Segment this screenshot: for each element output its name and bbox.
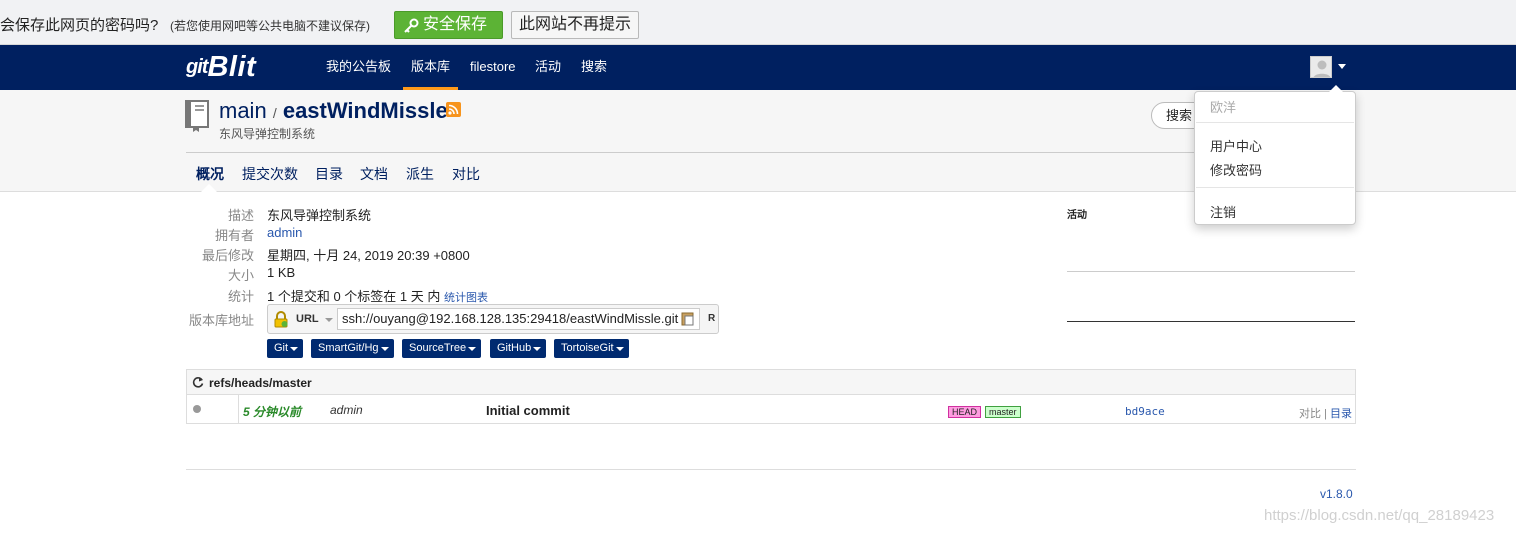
row-divider	[238, 395, 239, 424]
repo-title-separator: /	[272, 105, 277, 121]
tab-compare[interactable]: 对比	[452, 164, 480, 184]
label-last-modified: 最后修改	[201, 248, 254, 263]
nav-filestore[interactable]: filestore	[470, 45, 516, 90]
client-github-button[interactable]: GitHub	[490, 339, 547, 358]
repo-title: main / eastWindMissle	[219, 98, 448, 124]
branch-ref-link[interactable]: refs/heads/master	[209, 376, 312, 390]
nav-search[interactable]: 搜索	[581, 45, 607, 90]
label-repo-url: 版本库地址	[188, 313, 254, 328]
commit-message-link[interactable]: Initial commit	[486, 403, 570, 418]
nav-repositories[interactable]: 版本库	[403, 45, 459, 90]
lock-icon	[274, 311, 288, 328]
stats-text: 1 个提交和 0 个标签在 1 天 内	[267, 289, 441, 304]
tab-summary[interactable]: 概况	[196, 164, 224, 184]
label-description: 描述	[227, 208, 254, 223]
repository-book-icon	[185, 100, 209, 132]
top-navbar: gitBlit 我的公告板 版本库 filestore 活动 搜索	[0, 45, 1516, 90]
commit-sha-link[interactable]: bd9ace	[1125, 405, 1165, 418]
menu-item-user-center[interactable]: 用户中心	[1210, 136, 1262, 155]
tab-tree[interactable]: 目录	[315, 164, 343, 184]
blog-watermark: https://blog.csdn.net/qq_28189423	[1264, 507, 1495, 524]
commit-links: 对比 | 目录	[1299, 405, 1352, 421]
repo-url-box: URL ssh://ouyang@192.168.128.135:29418/e…	[267, 304, 719, 334]
dropdown-divider	[1196, 122, 1354, 123]
dropdown-arrow	[1329, 85, 1343, 92]
commit-tree-link[interactable]: 目录	[1330, 408, 1352, 420]
repo-name-link[interactable]: eastWindMissle	[283, 98, 448, 123]
url-access-badge: R	[708, 313, 716, 324]
never-prompt-button[interactable]: 此网站不再提示	[511, 11, 639, 39]
label-owner: 拥有者	[214, 228, 254, 243]
head-ref-badge[interactable]: HEAD	[948, 406, 982, 418]
activity-title: 活动	[1067, 210, 1087, 221]
url-protocol-selector[interactable]: URL	[296, 313, 319, 325]
repo-url-field[interactable]: ssh://ouyang@192.168.128.135:29418/eastW…	[337, 308, 700, 330]
password-save-note: (若您使用网吧等公共电脑不建议保存)	[170, 19, 370, 33]
label-stats: 统计	[227, 289, 254, 304]
nav-dashboard[interactable]: 我的公告板	[326, 45, 391, 90]
protocol-caret-icon[interactable]	[325, 318, 333, 322]
label-size: 大小	[227, 268, 254, 283]
dropdown-username: 欧洋	[1210, 100, 1237, 115]
commit-links-separator: |	[1324, 408, 1327, 420]
tab-docs[interactable]: 文档	[360, 164, 388, 184]
user-avatar[interactable]	[1310, 56, 1332, 78]
stats-chart-link[interactable]: 统计图表	[444, 292, 488, 304]
user-menu-caret-icon[interactable]	[1338, 64, 1346, 69]
menu-item-change-password[interactable]: 修改密码	[1210, 160, 1262, 179]
rss-feed-icon[interactable]	[446, 102, 461, 117]
password-save-bar: 会保存此网页的密码吗? (若您使用网吧等公共电脑不建议保存) 安全保存 此网站不…	[0, 0, 1516, 45]
safe-save-button[interactable]: 安全保存	[394, 11, 503, 39]
activity-divider	[1067, 271, 1355, 272]
commit-dot-icon	[193, 405, 201, 413]
value-size: 1 KB	[267, 265, 296, 280]
logo-main: Blit	[207, 51, 257, 83]
value-last-modified: 星期四, 十月 24, 2019 20:39 +0800	[267, 248, 470, 263]
master-branch-badge[interactable]: master	[985, 406, 1021, 418]
nav-activity[interactable]: 活动	[535, 45, 561, 90]
client-smartgit-button[interactable]: SmartGit/Hg	[311, 339, 394, 358]
avatar-silhouette-icon	[1311, 57, 1331, 77]
menu-item-logout[interactable]: 注销	[1210, 202, 1236, 221]
repo-project-link[interactable]: main	[219, 98, 267, 123]
footer-divider	[186, 469, 1356, 470]
user-dropdown-menu: 欧洋 用户中心 修改密码 注销	[1194, 85, 1356, 225]
value-stats: 1 个提交和 0 个标签在 1 天 内 统计图表	[267, 286, 488, 305]
gitblit-logo[interactable]: gitBlit	[186, 51, 256, 83]
commit-age: 5 分钟以前	[243, 405, 302, 419]
value-description: 东风导弹控制系统	[267, 208, 372, 223]
value-owner-link[interactable]: admin	[267, 225, 302, 240]
tab-forks[interactable]: 派生	[406, 164, 434, 184]
commits-table-header: refs/heads/master	[187, 370, 1355, 395]
dropdown-divider	[1196, 187, 1354, 188]
repo-subtitle: 东风导弹控制系统	[219, 127, 316, 141]
client-sourcetree-button[interactable]: SourceTree	[402, 339, 482, 358]
logo-prefix: git	[186, 56, 208, 78]
activity-chart-baseline	[1067, 321, 1355, 322]
safe-save-label: 安全保存	[423, 16, 488, 33]
commits-table: refs/heads/master 5 分钟以前 admin Initial c…	[186, 369, 1356, 424]
refresh-icon	[192, 377, 204, 388]
commit-author: admin	[330, 403, 363, 417]
table-row: 5 分钟以前 admin Initial commit HEAD master …	[187, 395, 1355, 424]
gitblit-version[interactable]: v1.8.0	[1320, 487, 1353, 501]
password-save-question: 会保存此网页的密码吗?	[0, 17, 159, 34]
client-tortoisegit-button[interactable]: TortoiseGit	[554, 339, 629, 358]
repo-header-divider	[186, 152, 1356, 153]
client-git-button[interactable]: Git	[267, 339, 304, 358]
commit-compare-link[interactable]: 对比	[1299, 408, 1321, 420]
active-tab-pointer	[201, 184, 217, 192]
key-icon	[404, 18, 419, 33]
tab-commits[interactable]: 提交次数	[242, 164, 298, 184]
copy-clipboard-icon[interactable]	[681, 312, 695, 326]
